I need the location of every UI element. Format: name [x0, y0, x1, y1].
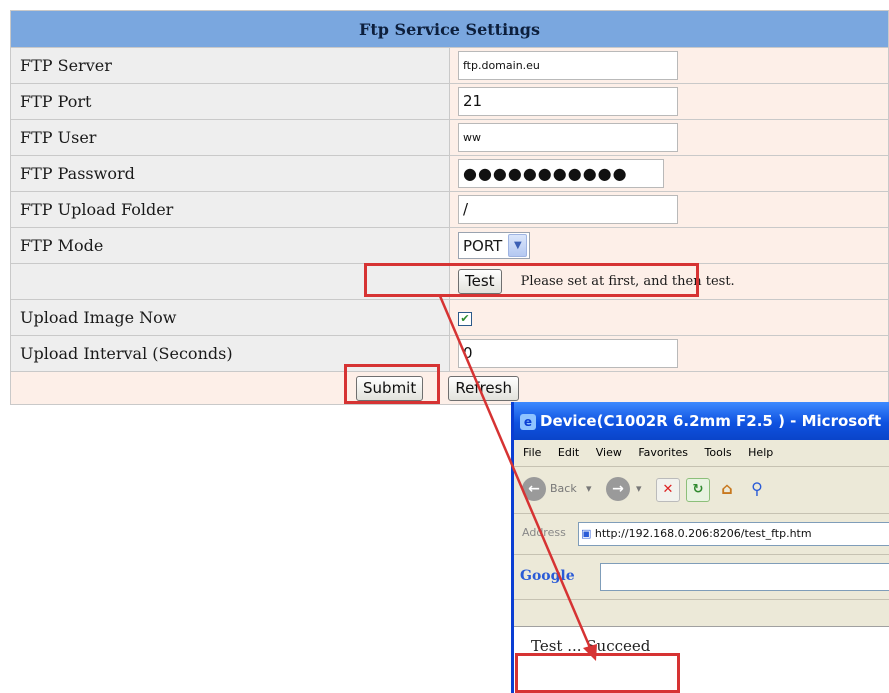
annotation-arrow — [438, 295, 597, 661]
arrow-head-icon — [583, 644, 597, 661]
arrow-shaft — [438, 295, 593, 651]
